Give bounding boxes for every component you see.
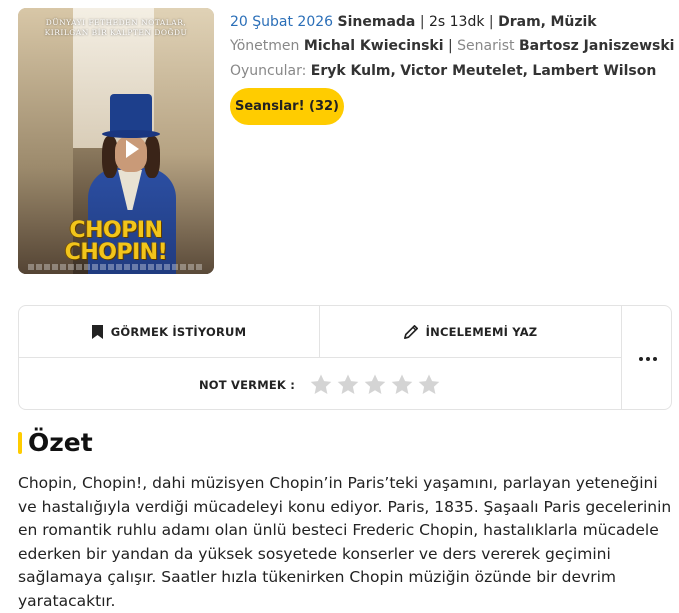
- poster-title: CHOPIN CHOPIN!: [18, 220, 214, 264]
- write-review-button[interactable]: İNCELEMEMİ YAZ: [320, 306, 622, 358]
- want-to-see-label: GÖRMEK İSTİYORUM: [110, 324, 247, 339]
- movie-poster[interactable]: DÜNYAYI FETHEDEN NOTALAR, KIRILGAN BİR K…: [18, 8, 214, 274]
- star-icon[interactable]: [417, 373, 441, 397]
- crew-row: Yönetmen Michal Kwiecinski | Senarist Ba…: [230, 38, 675, 54]
- want-to-see-button[interactable]: GÖRMEK İSTİYORUM: [19, 306, 320, 358]
- writer-label: Senarist: [457, 38, 515, 54]
- poster-title-line1: CHOPIN: [69, 218, 163, 243]
- poster-tagline-line2: KIRILGAN BİR KALPTEN DOĞDU: [44, 28, 188, 37]
- star-icon[interactable]: [336, 373, 360, 397]
- poster-tagline: DÜNYAYI FETHEDEN NOTALAR, KIRILGAN BİR K…: [18, 18, 214, 38]
- play-trailer-icon[interactable]: [122, 138, 142, 162]
- bookmark-icon: [91, 324, 103, 339]
- star-icon[interactable]: [390, 373, 414, 397]
- write-review-label: İNCELEMEMİ YAZ: [425, 324, 538, 339]
- director-label: Yönetmen: [230, 38, 300, 54]
- release-status: Sinemada: [337, 14, 416, 30]
- duration: 2s 13dk: [429, 14, 485, 30]
- summary-title: Özet: [28, 428, 93, 457]
- poster-tagline-line1: DÜNYAYI FETHEDEN NOTALAR,: [45, 18, 187, 27]
- more-options-button[interactable]: [622, 306, 671, 409]
- action-panel: GÖRMEK İSTİYORUM İNCELEMEMİ YAZ NOT VERM…: [18, 305, 672, 410]
- writer-link[interactable]: Bartosz Janiszewski: [519, 38, 674, 54]
- rating-row: NOT VERMEK :: [19, 358, 622, 409]
- poster-figure-hat-brim: [102, 130, 160, 138]
- pencil-icon: [403, 324, 418, 339]
- showtimes-button[interactable]: Seanslar! (32): [230, 88, 344, 125]
- poster-credits-block: [28, 264, 204, 270]
- star-icon[interactable]: [309, 373, 333, 397]
- summary-heading: Özet: [18, 428, 93, 457]
- cast-link[interactable]: Lambert Wilson: [532, 63, 656, 79]
- release-date: 20 Şubat 2026: [230, 14, 334, 30]
- cast-row: Oyuncular: Eryk Kulm, Victor Meutelet, L…: [230, 63, 657, 79]
- summary-text: Chopin, Chopin!, dahi müzisyen Chopin’in…: [18, 474, 672, 610]
- release-row: 20 Şubat 2026 Sinemada | 2s 13dk | Dram,…: [230, 14, 597, 30]
- more-dots-icon: [638, 356, 657, 361]
- cast-link[interactable]: Eryk Kulm: [311, 63, 391, 79]
- poster-title-line2: CHOPIN!: [64, 240, 168, 265]
- genre-link-music[interactable]: Müzik: [550, 14, 596, 30]
- cast-label: Oyuncular:: [230, 63, 307, 79]
- cast-link[interactable]: Victor Meutelet: [400, 63, 522, 79]
- director-link[interactable]: Michal Kwiecinski: [304, 38, 444, 54]
- poster-figure-hat: [110, 94, 152, 134]
- rating-stars: [309, 373, 441, 397]
- heading-accent-bar: [18, 431, 22, 454]
- genre-link-drama[interactable]: Dram: [498, 14, 541, 30]
- star-icon[interactable]: [363, 373, 387, 397]
- rate-label: NOT VERMEK :: [198, 377, 296, 392]
